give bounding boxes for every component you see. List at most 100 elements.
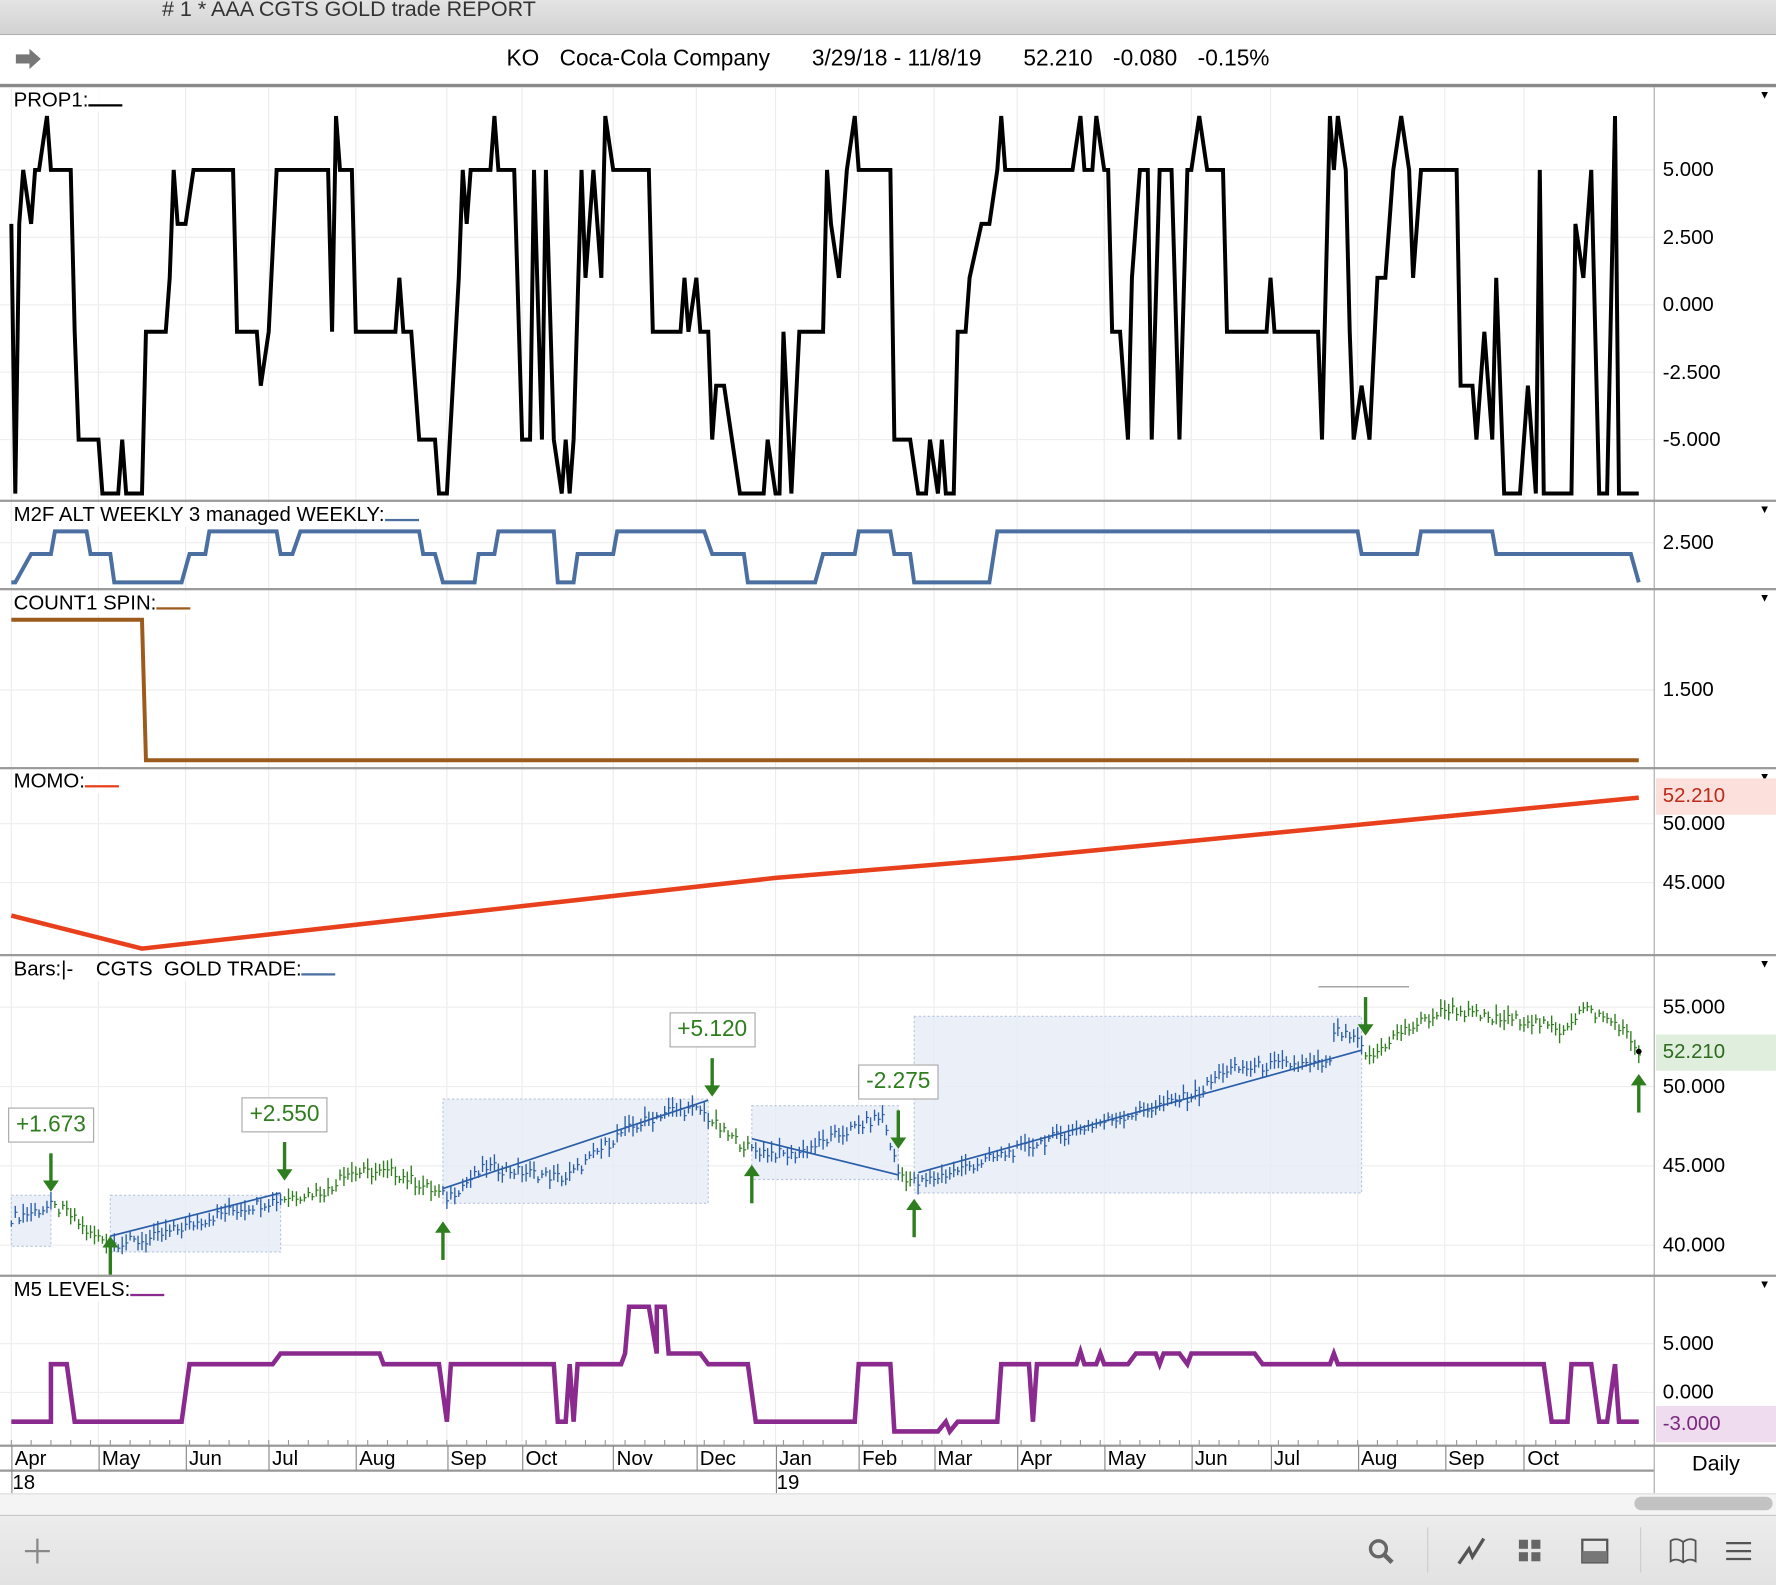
time-axis-divider [0,1469,1654,1472]
arrow-head [1630,1074,1647,1086]
month-label: Apr [14,1446,47,1470]
month-tick [775,1445,777,1471]
sell-arrow-icon [704,1058,721,1097]
month-label: Sep [450,1446,487,1470]
chart-style-icon[interactable] [1457,1536,1486,1565]
axis-tick-label: 40.000 [1662,1233,1726,1256]
month-tick [268,1445,270,1471]
trade-profit-label: +2.550 [241,1097,328,1133]
axis-tick-label: 2.500 [1662,530,1714,554]
trade-profit-label: +5.120 [669,1012,756,1048]
month-tick [858,1445,860,1471]
series-color-swatch [156,591,191,610]
panel-title-text: M2F ALT WEEKLY 3 managed WEEKLY: [13,503,385,526]
month-label: May [101,1446,141,1470]
month-label: Jun [1194,1446,1228,1470]
bars-last-value: 52.210 [1655,1034,1776,1071]
month-tick [185,1445,187,1471]
m5-last-value: -3.000 [1655,1406,1776,1443]
series-color-swatch [301,957,336,976]
momo-last-value: 52.210 [1655,778,1776,815]
axis-tick-label: 5.000 [1662,1331,1714,1355]
panel-separator[interactable] [0,588,1776,591]
month-label: Aug [1361,1446,1398,1470]
month-tick [1270,1445,1272,1471]
panel-menu-chevron-down-icon[interactable]: ▼ [1759,593,1770,605]
arrow-head [906,1198,923,1211]
m5-line [11,1304,1639,1436]
bottom-toolbar [0,1514,1776,1585]
panel-title-text: M5 LEVELS: [13,1278,131,1301]
menu-icon[interactable] [1724,1536,1753,1565]
year-label: 19 [776,1470,800,1494]
add-icon[interactable] [23,1536,52,1565]
panel-separator[interactable] [0,953,1776,957]
month-label: Oct [1527,1446,1560,1470]
axis-tick-label: 0.000 [1662,292,1714,316]
month-tick [1017,1445,1019,1471]
panel-title-text: COUNT1 SPIN: [13,591,157,615]
chart-window: # 1 * AAA CGTS GOLD trade REPORT KO Coca-… [0,0,1776,1585]
axis-tick-label: -2.500 [1662,360,1721,383]
panel-separator[interactable] [0,767,1776,770]
horizontal-scrollbar-thumb[interactable] [1634,1496,1773,1511]
month-tick [446,1445,449,1471]
panel-menu-chevron-down-icon[interactable]: ▼ [1759,504,1770,516]
panel-title-text: PROP1: [13,88,89,112]
book-icon[interactable] [1668,1536,1697,1565]
panel-icon[interactable] [1580,1536,1609,1565]
month-tick [522,1445,524,1471]
trade-box [751,1105,899,1181]
axis-tick-label: 55.000 [1662,995,1726,1019]
sell-arrow-icon [42,1153,59,1192]
arrow-head [435,1221,451,1233]
month-tick [1104,1445,1106,1471]
month-tick [11,1445,13,1471]
panel-menu-chevron-down-icon[interactable]: ▼ [1759,1279,1770,1291]
month-tick [613,1445,615,1471]
year-label: 18 [12,1470,36,1494]
month-tick [1357,1445,1359,1471]
periodicity-selector[interactable]: Daily [1656,1453,1776,1478]
series-color-swatch [84,769,119,788]
panel-separator[interactable] [0,1274,1776,1277]
trade-box [109,1194,282,1253]
horizontal-scroll-track[interactable] [0,1493,1776,1515]
month-label: Feb [862,1446,898,1470]
sell-arrow-icon [276,1142,293,1181]
month-tick [98,1445,100,1471]
momo-line [10,795,1639,951]
month-tick [933,1445,936,1471]
panel-title-momo[interactable]: MOMO: [13,769,119,794]
panel-separator[interactable] [0,499,1776,502]
month-label: Jul [1273,1446,1300,1470]
axis-tick-label: 0.000 [1662,1380,1714,1404]
trade-profit-label: +1.673 [8,1107,94,1143]
panel-menu-chevron-down-icon[interactable]: ▼ [1759,90,1770,102]
panel-title-prop1[interactable]: PROP1: [13,88,123,113]
month-label: Nov [616,1446,653,1470]
panel-title-bars[interactable]: Bars:|- CGTS GOLD TRADE: [13,957,336,982]
panel-title-m2f[interactable]: M2F ALT WEEKLY 3 managed WEEKLY: [13,503,419,527]
month-label: Apr [1020,1446,1053,1470]
buy-arrow-icon [906,1198,923,1238]
axis-tick-label: 45.000 [1662,1153,1726,1177]
axis-tick-label: 1.500 [1662,678,1714,701]
month-label: Oct [525,1446,558,1470]
month-tick [1191,1445,1193,1471]
month-tick [696,1445,698,1471]
panel-title-count1[interactable]: COUNT1 SPIN: [13,591,191,616]
chart-area[interactable] [0,0,1654,1584]
price-axis-divider [1653,87,1655,1494]
axis-tick-label: -5.000 [1662,427,1721,451]
panel-menu-chevron-down-icon[interactable]: ▼ [1759,959,1770,971]
arrow-head [704,1085,721,1097]
month-tick [355,1445,357,1471]
search-icon[interactable] [1366,1536,1395,1565]
panel-title-m5[interactable]: M5 LEVELS: [13,1278,165,1302]
arrow-head [276,1169,293,1181]
series-color-swatch [384,503,419,522]
layout-grid-icon[interactable] [1515,1536,1544,1565]
last-price-dot [1635,1048,1642,1055]
axis-tick-label: 50.000 [1662,811,1726,835]
